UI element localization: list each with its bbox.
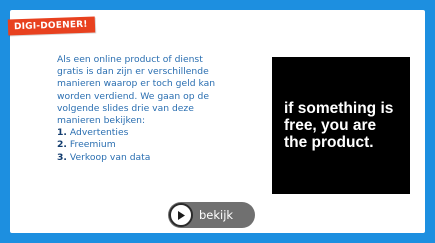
intro-line: manieren bekijken: — [57, 115, 146, 127]
list-number: 2. — [57, 139, 67, 151]
slide-frame: DIGI-DOENER! Als een online product of d… — [0, 0, 435, 243]
list-item: 2. Freemium — [57, 139, 262, 151]
play-icon — [169, 203, 193, 227]
intro-line: worden verdiend. We gaan op de — [57, 90, 210, 102]
list-number: 3. — [57, 151, 67, 163]
list-item: 1. Advertenties — [57, 127, 262, 139]
quote-line: free, you are — [284, 117, 377, 134]
methods-list: 1. Advertenties 2. Freemium 3. Verkoop van … — [57, 127, 262, 164]
list-label: Advertenties — [69, 127, 129, 139]
intro-text: Als een online product of dienst gratis … — [57, 54, 262, 164]
watch-button[interactable]: bekijk — [168, 202, 255, 228]
list-item: 3. Verkoop van data — [57, 152, 262, 164]
list-number: 1. — [57, 127, 67, 139]
list-label: Freemium — [69, 139, 116, 151]
intro-line: gratis is dan zijn er verschillende — [57, 66, 209, 78]
quote-line: if something is — [284, 100, 394, 117]
list-label: Verkoop van data — [69, 151, 151, 163]
quote-line: the product. — [284, 134, 374, 151]
quote-box: if something is free, you are the produc… — [272, 57, 410, 194]
slide-card: DIGI-DOENER! Als een online product of d… — [7, 10, 425, 233]
intro-line: volgende slides drie van deze — [57, 102, 194, 114]
quote-text: if something is free, you are the produc… — [272, 100, 401, 151]
intro-line: manieren waarop er toch geld kan — [57, 78, 216, 90]
intro-line: Als een online product of dienst — [57, 54, 203, 65]
digi-doener-badge: DIGI-DOENER! — [7, 16, 95, 36]
watch-button-label: bekijk — [199, 208, 234, 222]
